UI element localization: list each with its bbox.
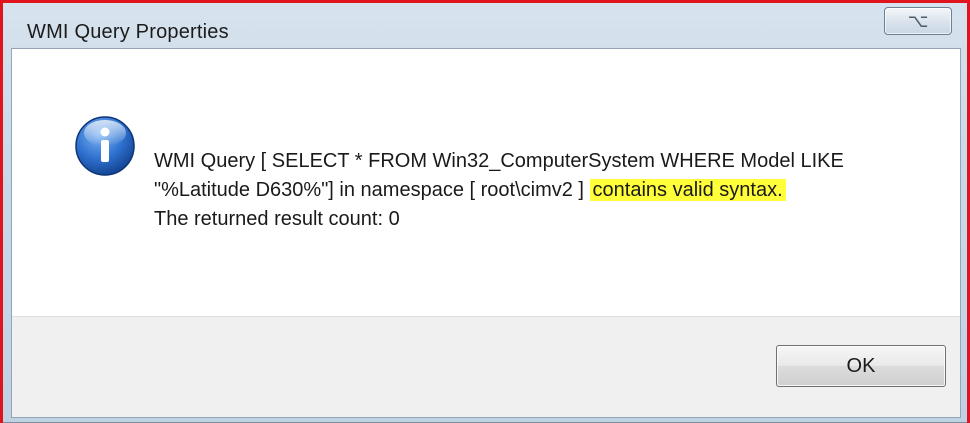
message-text: WMI Query [ SELECT * FROM Win32_Computer… — [154, 147, 914, 234]
dialog-title: WMI Query Properties — [27, 21, 229, 43]
close-icon: ⌥ — [907, 11, 929, 31]
info-icon — [75, 116, 135, 176]
ok-button[interactable]: OK — [776, 345, 946, 387]
query-message: WMI Query [ SELECT * FROM Win32_Computer… — [154, 147, 914, 205]
dialog-window: WMI Query Properties ⌥ WMI Query [SELEC… — [0, 0, 970, 423]
button-bar: OK — [12, 316, 960, 417]
valid-syntax-highlight: contains valid syntax. — [589, 179, 786, 201]
close-button[interactable]: ⌥ — [884, 7, 952, 35]
result-count-message: The returned result count: 0 — [154, 208, 400, 230]
dialog-content: WMI Query [ SELECT * FROM Win32_Computer… — [11, 48, 961, 418]
